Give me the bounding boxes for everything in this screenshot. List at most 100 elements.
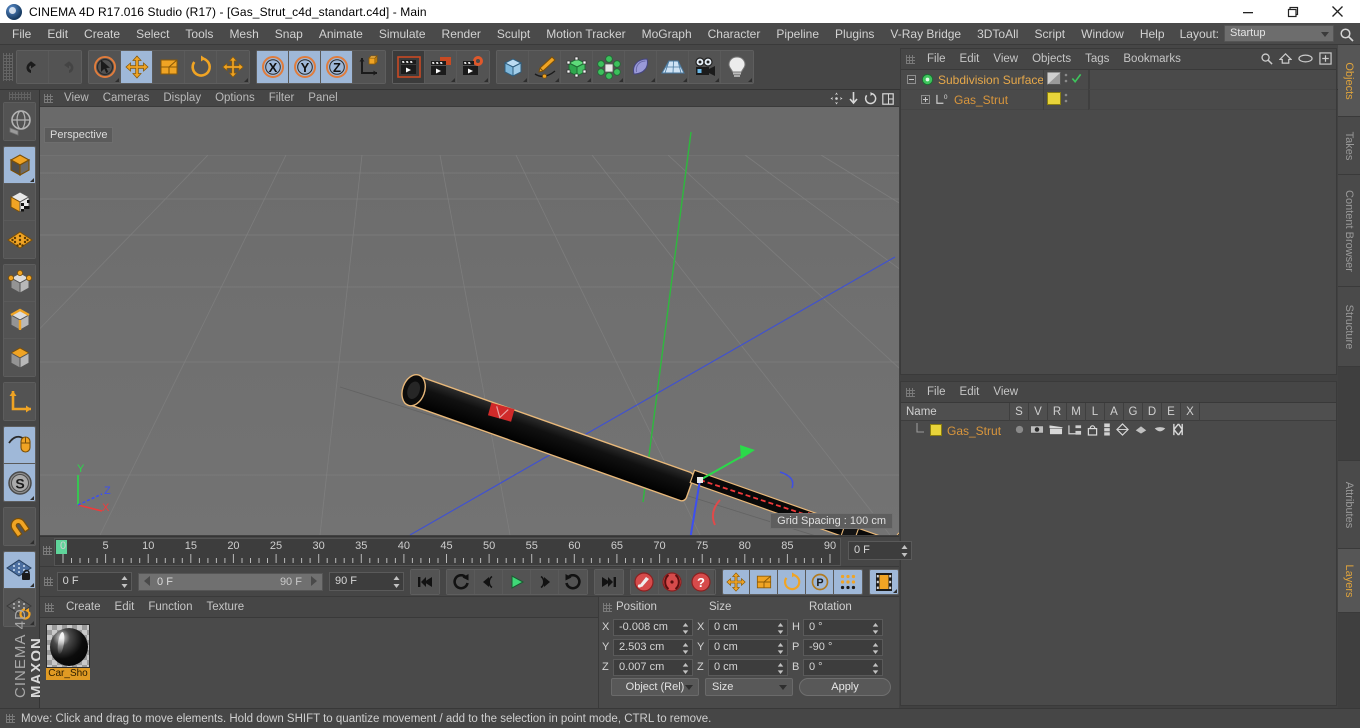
rotation-h-field[interactable]: 0 °: [803, 618, 883, 636]
checkmark-enabled-icon[interactable]: [1071, 73, 1082, 87]
vtab-attributes[interactable]: Attributes: [1338, 461, 1360, 549]
maximize-view-icon[interactable]: [882, 92, 894, 108]
home-icon[interactable]: [1278, 52, 1293, 68]
menu-item-animate[interactable]: Animate: [311, 23, 371, 45]
scale-key-icon[interactable]: [750, 569, 779, 594]
transport-preview-end-field[interactable]: 90 F: [328, 572, 405, 591]
deformers-toggle-icon[interactable]: [1134, 423, 1148, 439]
layer-manager-menu-file[interactable]: File: [920, 382, 953, 403]
points-mode-icon[interactable]: [4, 265, 35, 302]
viewport-menu-options[interactable]: Options: [208, 90, 262, 107]
expressions-toggle-icon[interactable]: [1153, 424, 1167, 438]
position-key-icon[interactable]: [722, 569, 751, 594]
live-selection-icon[interactable]: [89, 51, 121, 83]
menu-item-motion-tracker[interactable]: Motion Tracker: [538, 23, 633, 45]
spinner-icon[interactable]: [777, 662, 784, 675]
menu-item-edit[interactable]: Edit: [39, 23, 76, 45]
position-y-field[interactable]: 2.503 cm: [613, 638, 693, 656]
record-keyframe-icon[interactable]: [630, 569, 659, 594]
move-camera-icon[interactable]: [830, 92, 843, 108]
undo-icon[interactable]: [17, 51, 49, 83]
make-editable-icon[interactable]: [4, 147, 35, 184]
render-to-picture-viewer-icon[interactable]: [425, 51, 457, 83]
menu-item-create[interactable]: Create: [76, 23, 128, 45]
menu-item-render[interactable]: Render: [434, 23, 489, 45]
maximize-icon[interactable]: [1270, 0, 1315, 23]
generators-toggle-icon[interactable]: [1116, 423, 1129, 439]
timeline-grip[interactable]: [43, 546, 52, 555]
position-x-field[interactable]: -0.008 cm: [613, 618, 693, 636]
play-icon[interactable]: [503, 569, 531, 594]
size-mode-dropdown[interactable]: Size: [705, 678, 793, 696]
vtab-takes[interactable]: Takes: [1338, 117, 1360, 175]
material-manager-grip[interactable]: [45, 602, 54, 612]
spinner-icon[interactable]: [872, 622, 879, 635]
size-y-field[interactable]: 0 cm: [708, 638, 788, 656]
minimize-icon[interactable]: [1225, 0, 1270, 23]
expand-collapse-icon[interactable]: [921, 93, 930, 107]
current-frame-field[interactable]: 0 F: [848, 541, 912, 560]
object-manager-menu-edit[interactable]: Edit: [953, 49, 987, 70]
coordinate-mode-dropdown[interactable]: Object (Rel): [611, 678, 699, 696]
layer-row-gas-strut[interactable]: Gas_Strut: [901, 421, 1336, 441]
render-toggle-icon[interactable]: [1049, 424, 1064, 439]
redo-icon[interactable]: [49, 51, 81, 83]
go-to-end-icon[interactable]: [594, 569, 623, 594]
rotate-camera-icon[interactable]: [864, 92, 877, 108]
axis-y-icon[interactable]: Y: [289, 51, 321, 83]
material-manager-menu-create[interactable]: Create: [59, 597, 108, 618]
rotation-key-icon[interactable]: [778, 569, 807, 594]
yellow-material-tag[interactable]: [1047, 92, 1061, 108]
light-icon[interactable]: [721, 51, 753, 83]
lock-toggle-icon[interactable]: [1087, 423, 1098, 439]
menu-item-window[interactable]: Window: [1073, 23, 1132, 45]
spinner-icon[interactable]: [901, 545, 908, 557]
menu-item-script[interactable]: Script: [1026, 23, 1073, 45]
floor-icon[interactable]: [657, 51, 689, 83]
xpresso-toggle-icon[interactable]: [1172, 423, 1185, 439]
manager-toggle-icon[interactable]: [1068, 424, 1082, 439]
param-key-icon[interactable]: P: [806, 569, 835, 594]
generator-icon[interactable]: [561, 51, 593, 83]
world-axis-icon[interactable]: [4, 383, 35, 420]
preview-range-slider[interactable]: 0 F 90 F: [138, 572, 323, 592]
range-right-arrow-icon[interactable]: [309, 575, 318, 592]
viewport-solo-icon[interactable]: [4, 427, 35, 464]
animation-toggle-icon[interactable]: [1103, 423, 1111, 439]
texture-axis-icon[interactable]: [4, 184, 35, 221]
viewport-menu-display[interactable]: Display: [156, 90, 208, 107]
object-manager-menu-tags[interactable]: Tags: [1078, 49, 1116, 70]
pla-key-icon[interactable]: [834, 569, 863, 594]
filmstrip-icon[interactable]: [870, 569, 899, 594]
object-manager-grip[interactable]: [906, 54, 915, 64]
apply-button[interactable]: Apply: [799, 678, 891, 696]
world-object-axis-icon[interactable]: [353, 51, 385, 83]
layout-dropdown[interactable]: Startup: [1224, 25, 1334, 42]
search-icon[interactable]: [1260, 52, 1273, 68]
move-icon[interactable]: [121, 51, 153, 83]
menu-item-mograph[interactable]: MoGraph: [634, 23, 700, 45]
polygons-mode-icon[interactable]: [4, 339, 35, 376]
material-manager-menu-function[interactable]: Function: [141, 597, 199, 618]
size-z-field[interactable]: 0 cm: [708, 658, 788, 676]
cube-primitive-icon[interactable]: [497, 51, 529, 83]
layer-manager-grip[interactable]: [906, 387, 915, 397]
left-toolbar-grip[interactable]: [8, 92, 31, 100]
menu-item-simulate[interactable]: Simulate: [371, 23, 434, 45]
layer-manager-menu-edit[interactable]: Edit: [953, 382, 987, 403]
spinner-icon[interactable]: [121, 576, 128, 588]
display-tag[interactable]: [1047, 72, 1061, 88]
size-x-field[interactable]: 0 cm: [708, 618, 788, 636]
menu-item-v-ray-bridge[interactable]: V-Ray Bridge: [882, 23, 969, 45]
object-row-gas-strut[interactable]: 0 Gas_Strut: [901, 90, 1336, 110]
material-preview-icon[interactable]: [46, 624, 90, 668]
environment-icon[interactable]: [625, 51, 657, 83]
spinner-icon[interactable]: [777, 642, 784, 655]
viewport-menu-filter[interactable]: Filter: [262, 90, 302, 107]
range-left-arrow-icon[interactable]: [143, 575, 152, 592]
menu-item-help[interactable]: Help: [1132, 23, 1173, 45]
play-backward-icon[interactable]: [447, 569, 476, 594]
vtab-content-browser[interactable]: Content Browser: [1338, 175, 1360, 287]
viewport-menu-panel[interactable]: Panel: [301, 90, 344, 107]
material-manager-body[interactable]: Car_Sho: [40, 618, 598, 708]
